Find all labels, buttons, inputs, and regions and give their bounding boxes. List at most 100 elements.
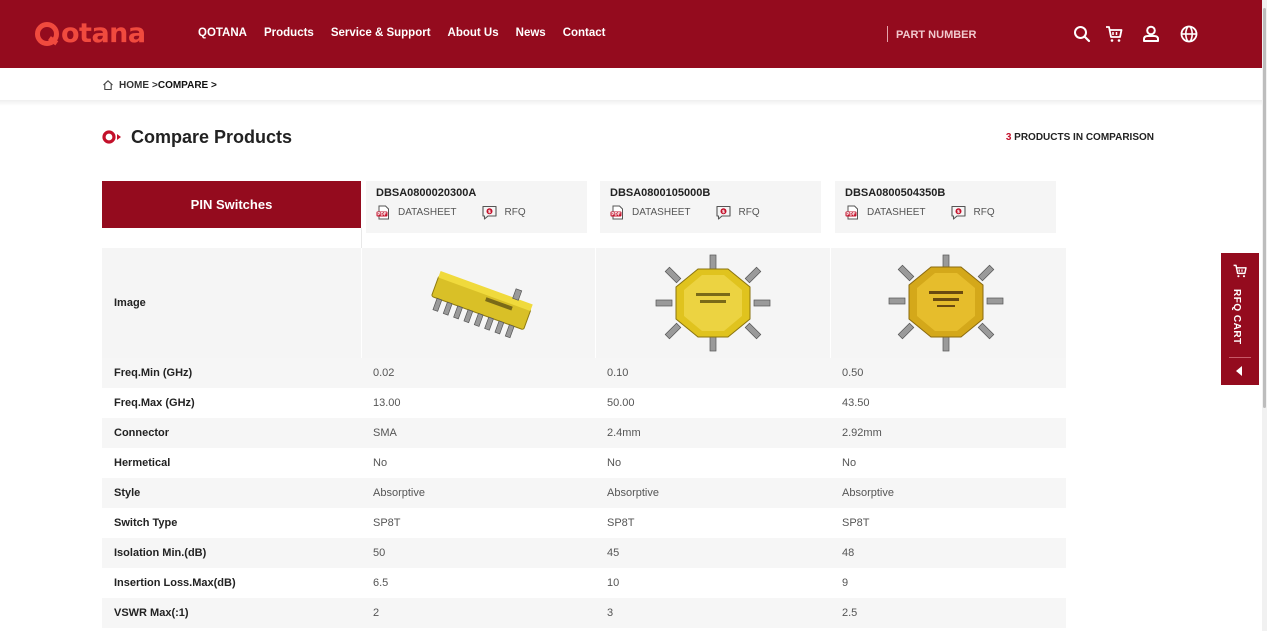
part-number-input[interactable]	[896, 25, 1046, 45]
pdf-icon: PDF	[376, 205, 389, 220]
search-divider	[887, 26, 888, 42]
logo-q-icon	[35, 22, 59, 46]
value-cell: No	[373, 457, 388, 469]
rfq-icon: $	[481, 205, 497, 220]
value-cell: 50.00	[607, 397, 635, 409]
row-label: Insertion Loss.Max(dB)	[114, 577, 236, 589]
scrollbar-thumb[interactable]	[1263, 8, 1266, 408]
value-cell: SP8T	[373, 517, 401, 529]
product-image-2[interactable]	[648, 253, 778, 353]
cart-icon	[1233, 264, 1247, 278]
rfq-link[interactable]: RFQ	[739, 207, 760, 218]
row-label: VSWR Max(:1)	[114, 607, 189, 619]
product-image-1[interactable]	[414, 253, 544, 353]
product-name[interactable]: DBSA0800504350B	[845, 187, 1056, 199]
value-cell: 3	[607, 607, 614, 619]
table-row: Insertion Loss.Max(dB) 6.5 10 9	[102, 568, 1066, 598]
value-cell: Absorptive	[373, 487, 425, 499]
nav-item-contact[interactable]: Contact	[563, 27, 606, 39]
product-header-1: DBSA0800020300A PDF DATASHEET $ RFQ	[366, 181, 587, 233]
site-header: otana QOTANA Products Service & Support …	[0, 0, 1262, 68]
nav-item-qotana[interactable]: QOTANA	[198, 27, 247, 39]
datasheet-link[interactable]: DATASHEET	[632, 207, 691, 218]
svg-text:PDF: PDF	[377, 212, 387, 217]
logo[interactable]: otana	[34, 20, 146, 48]
language-button[interactable]	[1179, 24, 1199, 44]
nav-item-service-support[interactable]: Service & Support	[331, 27, 431, 39]
svg-text:PDF: PDF	[611, 212, 621, 217]
rfq-cart-panel[interactable]: RFQ CART	[1221, 253, 1259, 385]
value-cell: 43.50	[842, 397, 870, 409]
search-button[interactable]	[1072, 24, 1092, 44]
breadcrumb-divider	[0, 100, 1262, 106]
rfq-icon: $	[715, 205, 731, 220]
svg-text:$: $	[487, 209, 490, 215]
nav-item-news[interactable]: News	[516, 27, 546, 39]
row-label: Connector	[114, 427, 169, 439]
product-image-3[interactable]	[883, 253, 1013, 353]
datasheet-link[interactable]: DATASHEET	[867, 207, 926, 218]
svg-text:$: $	[956, 209, 959, 215]
breadcrumb-current: COMPARE >	[157, 79, 217, 91]
chevron-left-icon[interactable]	[1236, 366, 1242, 376]
value-cell: SMA	[373, 427, 397, 439]
svg-text:PDF: PDF	[846, 212, 856, 217]
target-icon	[102, 130, 121, 144]
value-cell: 9	[842, 577, 849, 589]
breadcrumb-home[interactable]: HOME	[119, 80, 149, 91]
row-label: Isolation Min.(dB)	[114, 547, 207, 559]
breadcrumb: HOME > COMPARE >	[102, 78, 217, 92]
value-cell: 6.5	[373, 577, 389, 589]
value-cell: 0.10	[607, 367, 629, 379]
nav-item-products[interactable]: Products	[264, 27, 314, 39]
value-cell: 48	[842, 547, 855, 559]
product-header-3: DBSA0800504350B PDF DATASHEET $ RFQ	[835, 181, 1056, 233]
product-image-cell	[595, 248, 830, 358]
row-label: Freq.Max (GHz)	[114, 397, 195, 409]
table-row: Connector SMA 2.4mm 2.92mm	[102, 418, 1066, 448]
rfq-link[interactable]: RFQ	[974, 207, 995, 218]
table-row: VSWR Max(:1) 2 3 2.5	[102, 598, 1066, 628]
home-icon[interactable]	[102, 79, 114, 91]
value-cell: No	[607, 457, 622, 469]
row-label: Image	[114, 297, 146, 309]
search-icon	[1074, 26, 1091, 43]
row-label: Style	[114, 487, 141, 499]
product-name[interactable]: DBSA0800105000B	[610, 187, 821, 199]
table-row: Isolation Min.(dB) 50 45 48	[102, 538, 1066, 568]
category-header: PIN Switches	[102, 181, 361, 228]
product-image-cell	[361, 248, 595, 358]
table-row: Switch Type SP8T SP8T SP8T	[102, 508, 1066, 538]
value-cell: SP8T	[842, 517, 870, 529]
value-cell: 2	[373, 607, 380, 619]
logo-wordmark: otana	[61, 18, 146, 49]
rfq-cart-divider	[1229, 357, 1251, 358]
table-row: Hermetical No No No	[102, 448, 1066, 478]
account-button[interactable]	[1141, 24, 1161, 44]
page-title: Compare Products	[131, 127, 293, 147]
rfq-cart-label: RFQ CART	[1231, 289, 1242, 345]
rfq-link[interactable]: RFQ	[505, 207, 526, 218]
nav-item-about-us[interactable]: About Us	[448, 27, 499, 39]
row-label: Switch Type	[114, 517, 178, 529]
value-cell: 45	[607, 547, 620, 559]
datasheet-link[interactable]: DATASHEET	[398, 207, 457, 218]
value-cell: 50	[373, 547, 386, 559]
product-name[interactable]: DBSA0800020300A	[376, 187, 587, 199]
value-cell: 2.5	[842, 607, 858, 619]
value-cell: SP8T	[607, 517, 635, 529]
value-cell: Absorptive	[607, 487, 659, 499]
svg-text:$: $	[721, 209, 724, 215]
pdf-icon: PDF	[845, 205, 858, 220]
product-image-cell	[830, 248, 1065, 358]
value-cell: No	[842, 457, 857, 469]
main-nav: QOTANA Products Service & Support About …	[198, 27, 606, 39]
cart-button[interactable]	[1104, 24, 1124, 44]
rfq-icon: $	[950, 205, 966, 220]
row-label: Freq.Min (GHz)	[114, 367, 193, 379]
comparison-table: Image Freq.Min (GHz) 0.02 0.10 0.50 Freq…	[102, 248, 1066, 628]
product-header-2: DBSA0800105000B PDF DATASHEET $ RFQ	[600, 181, 821, 233]
globe-icon	[1180, 25, 1198, 43]
value-cell: Absorptive	[842, 487, 894, 499]
value-cell: 13.00	[373, 397, 401, 409]
